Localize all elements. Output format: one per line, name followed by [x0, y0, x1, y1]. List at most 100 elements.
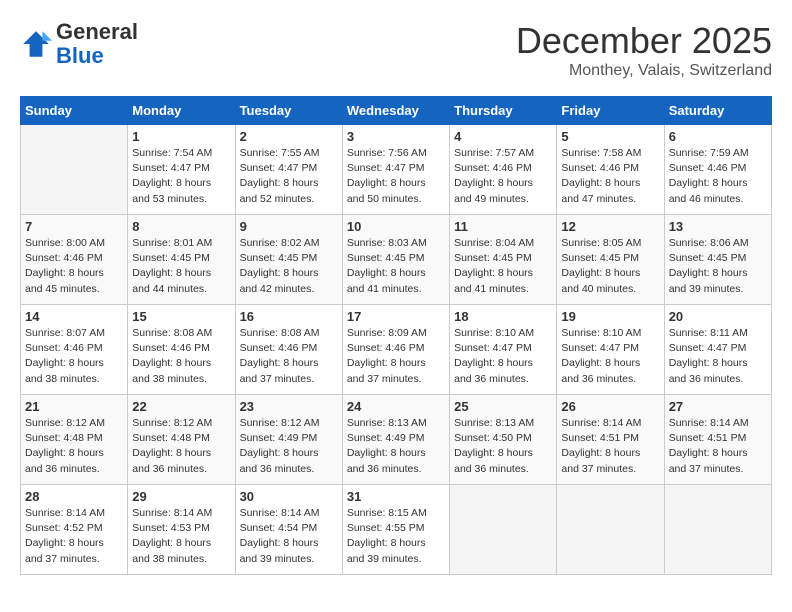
day-info: Sunrise: 8:12 AMSunset: 4:49 PMDaylight:…: [240, 416, 338, 477]
header-day-wednesday: Wednesday: [342, 97, 449, 125]
day-number: 10: [347, 219, 445, 234]
daylight-text: Daylight: 8 hoursand 36 minutes.: [669, 357, 748, 384]
daylight-text: Daylight: 8 hoursand 36 minutes.: [454, 447, 533, 474]
daylight-text: Daylight: 8 hoursand 41 minutes.: [347, 267, 426, 294]
day-info: Sunrise: 7:58 AMSunset: 4:46 PMDaylight:…: [561, 146, 659, 207]
day-cell: 12Sunrise: 8:05 AMSunset: 4:45 PMDayligh…: [557, 215, 664, 305]
day-info: Sunrise: 8:15 AMSunset: 4:55 PMDaylight:…: [347, 506, 445, 567]
day-info: Sunrise: 8:08 AM Sunset: 4:46 PM Daylight:…: [240, 326, 338, 387]
sunset-text: Sunset: 4:45 PM: [132, 252, 210, 264]
day-number: 13: [669, 219, 767, 234]
daylight-text: Daylight: 8 hoursand 41 minutes.: [454, 267, 533, 294]
sunrise-text: Sunrise: 8:00 AM: [25, 237, 105, 249]
day-info: Sunrise: 8:02 AMSunset: 4:45 PMDaylight:…: [240, 236, 338, 297]
day-number: 15: [132, 309, 230, 324]
day-cell: 8Sunrise: 8:01 AMSunset: 4:45 PMDaylight…: [128, 215, 235, 305]
daylight-text: Daylight: 8 hoursand 40 minutes.: [561, 267, 640, 294]
sunset-text: Sunset: 4:45 PM: [561, 252, 639, 264]
day-info: Sunrise: 8:06 AMSunset: 4:45 PMDaylight:…: [669, 236, 767, 297]
calendar-title: December 2025: [516, 20, 772, 62]
sunrise-text: Sunrise: 8:03 AM: [347, 237, 427, 249]
sunrise-text: Sunrise: 8:09 AM: [347, 327, 427, 339]
day-number: 30: [240, 489, 338, 504]
day-info: Sunrise: 7:59 AMSunset: 4:46 PMDaylight:…: [669, 146, 767, 207]
sunrise-text: Sunrise: 8:02 AM: [240, 237, 320, 249]
sunset-text: Sunset: 4:46 PM: [347, 342, 425, 354]
day-number: 5: [561, 129, 659, 144]
sunrise-text: Sunrise: 7:57 AM: [454, 147, 534, 159]
sunset-text: Sunset: 4:46 PM: [454, 162, 532, 174]
week-row-2: 7Sunrise: 8:00 AMSunset: 4:46 PMDaylight…: [21, 215, 772, 305]
day-number: 26: [561, 399, 659, 414]
day-info: Sunrise: 8:00 AMSunset: 4:46 PMDaylight:…: [25, 236, 123, 297]
days-header-row: SundayMondayTuesdayWednesdayThursdayFrid…: [21, 97, 772, 125]
day-info: Sunrise: 8:14 AMSunset: 4:51 PMDaylight:…: [669, 416, 767, 477]
day-number: 21: [25, 399, 123, 414]
day-cell: 20Sunrise: 8:11 AMSunset: 4:47 PMDayligh…: [664, 305, 771, 395]
sunset-text: Sunset: 4:46 PM: [25, 342, 103, 354]
logo-icon: [20, 28, 52, 60]
calendar-table: SundayMondayTuesdayWednesdayThursdayFrid…: [20, 96, 772, 575]
daylight-text: Daylight: 8 hoursand 36 minutes.: [347, 447, 426, 474]
sunset-text: Sunset: 4:47 PM: [669, 342, 747, 354]
day-cell: 1Sunrise: 7:54 AMSunset: 4:47 PMDaylight…: [128, 125, 235, 215]
sunset-text: Sunset: 4:46 PM: [240, 342, 318, 354]
daylight-text: Daylight: 8 hoursand 39 minutes.: [347, 537, 426, 564]
day-number: 22: [132, 399, 230, 414]
sunrise-text: Sunrise: 8:08 AM: [240, 327, 320, 339]
page-header: General Blue December 2025 Monthey, Vala…: [20, 20, 772, 80]
day-cell: 18Sunrise: 8:10 AMSunset: 4:47 PMDayligh…: [450, 305, 557, 395]
day-info: Sunrise: 8:13 AMSunset: 4:50 PMDaylight:…: [454, 416, 552, 477]
header-day-sunday: Sunday: [21, 97, 128, 125]
day-cell: [450, 485, 557, 575]
logo-general-text: General: [56, 19, 138, 44]
day-cell: 11Sunrise: 8:04 AMSunset: 4:45 PMDayligh…: [450, 215, 557, 305]
daylight-text: Daylight: 8 hoursand 38 minutes.: [132, 357, 211, 384]
sunset-text: Sunset: 4:45 PM: [454, 252, 532, 264]
day-cell: 15Sunrise: 8:08 AMSunset: 4:46 PMDayligh…: [128, 305, 235, 395]
sunrise-text: Sunrise: 7:59 AM: [669, 147, 749, 159]
header-day-thursday: Thursday: [450, 97, 557, 125]
day-cell: 24Sunrise: 8:13 AMSunset: 4:49 PMDayligh…: [342, 395, 449, 485]
sunrise-text: Sunrise: 8:14 AM: [240, 507, 320, 519]
sunset-text: Sunset: 4:49 PM: [240, 432, 318, 444]
sunset-text: Sunset: 4:50 PM: [454, 432, 532, 444]
day-info: Sunrise: 8:12 AMSunset: 4:48 PMDaylight:…: [25, 416, 123, 477]
sunset-text: Sunset: 4:47 PM: [347, 162, 425, 174]
day-number: 19: [561, 309, 659, 324]
sunset-text: Sunset: 4:47 PM: [454, 342, 532, 354]
sunset-text: Sunset: 4:45 PM: [347, 252, 425, 264]
day-number: 8: [132, 219, 230, 234]
daylight-text: Daylight: 8 hoursand 37 minutes.: [240, 357, 319, 384]
day-cell: 14Sunrise: 8:07 AMSunset: 4:46 PMDayligh…: [21, 305, 128, 395]
sunset-text: Sunset: 4:51 PM: [669, 432, 747, 444]
sunrise-text: Sunrise: 8:07 AM: [25, 327, 105, 339]
daylight-text: Daylight: 8 hoursand 37 minutes.: [347, 357, 426, 384]
sunrise-text: Sunrise: 8:14 AM: [669, 417, 749, 429]
day-cell: 2Sunrise: 7:55 AMSunset: 4:47 PMDaylight…: [235, 125, 342, 215]
sunrise-text: Sunrise: 8:10 AM: [561, 327, 641, 339]
daylight-text: Daylight: 8 hoursand 38 minutes.: [132, 537, 211, 564]
sunset-text: Sunset: 4:51 PM: [561, 432, 639, 444]
sunset-text: Sunset: 4:54 PM: [240, 522, 318, 534]
day-number: 23: [240, 399, 338, 414]
day-number: 29: [132, 489, 230, 504]
day-number: 3: [347, 129, 445, 144]
day-number: 6: [669, 129, 767, 144]
day-number: 27: [669, 399, 767, 414]
day-info: Sunrise: 8:05 AMSunset: 4:45 PMDaylight:…: [561, 236, 659, 297]
day-cell: 21 Sunrise: 8:12 AMSunset: 4:48 PMDayligh…: [21, 395, 128, 485]
sunrise-text: Sunrise: 8:14 AM: [25, 507, 105, 519]
day-cell: [21, 125, 128, 215]
day-info: Sunrise: 8:12 AMSunset: 4:48 PMDaylight:…: [132, 416, 230, 477]
sunrise-text: Sunrise: 8:14 AM: [132, 507, 212, 519]
daylight-text: Daylight: 8 hoursand 36 minutes.: [454, 357, 533, 384]
daylight-text: Daylight: 8 hoursand 37 minutes.: [25, 537, 104, 564]
day-info: Sunrise: 8:07 AMSunset: 4:46 PMDaylight:…: [25, 326, 123, 387]
day-number: 25: [454, 399, 552, 414]
sunset-text: Sunset: 4:45 PM: [240, 252, 318, 264]
day-cell: 31 Sunrise: 8:15 AMSunset: 4:55 PMDayligh…: [342, 485, 449, 575]
sunrise-text: Sunrise: 8:10 AM: [454, 327, 534, 339]
day-number: 31: [347, 489, 445, 504]
sunrise-text: Sunrise: 8:13 AM: [347, 417, 427, 429]
